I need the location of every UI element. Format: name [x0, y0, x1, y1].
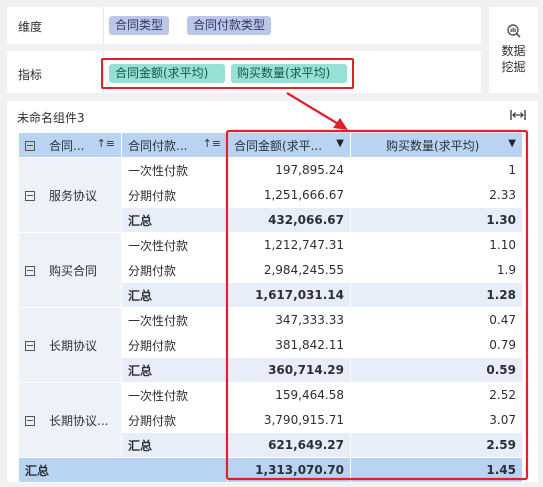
collapse-icon[interactable]	[25, 340, 35, 351]
qty-cell: 1.30	[350, 207, 523, 233]
group-cell[interactable]: 购买合同	[18, 232, 122, 308]
metrics-highlight-box	[101, 58, 354, 89]
fit-width-icon[interactable]	[510, 109, 526, 121]
qty-cell: 2.33	[350, 182, 523, 208]
qty-cell: 1.28	[350, 282, 523, 308]
metric-panel: 指标 合同金额(求平均) 购买数量(求平均)	[7, 51, 481, 93]
amount-cell: 1,251,666.67	[227, 182, 351, 208]
amount-cell: 621,649.27	[227, 432, 351, 458]
grand-total-amount: 1,313,070.70	[227, 457, 351, 483]
table-row: 购买合同 一次性付款 1,212,747.31 1.10	[18, 232, 523, 308]
data-mining-label: 数据 挖掘	[501, 44, 526, 74]
sort-icon[interactable]: ↑≡	[203, 137, 221, 150]
payment-type-cell: 分期付款	[121, 332, 228, 358]
grand-total-label: 汇总	[18, 457, 228, 483]
data-mining-icon	[506, 24, 521, 38]
qty-cell: 1.10	[350, 232, 523, 258]
widget-title: 未命名组件3	[17, 111, 85, 125]
amount-cell: 360,714.29	[227, 357, 351, 383]
amount-cell: 2,984,245.55	[227, 257, 351, 283]
collapse-icon[interactable]	[25, 190, 35, 201]
qty-cell: 3.07	[350, 407, 523, 433]
amount-cell: 1,617,031.14	[227, 282, 351, 308]
grand-total-row: 汇总 1,313,070.70 1.45	[18, 457, 523, 483]
qty-cell: 0.59	[350, 357, 523, 383]
qty-cell: 1.9	[350, 257, 523, 283]
payment-type-cell: 一次性付款	[121, 382, 228, 408]
payment-type-cell: 汇总	[121, 432, 228, 458]
payment-type-cell: 汇总	[121, 282, 228, 308]
header-contract-type[interactable]: 合同... ↑≡	[18, 132, 122, 158]
amount-cell: 3,790,915.71	[227, 407, 351, 433]
payment-type-cell: 分期付款	[121, 182, 228, 208]
group-cell[interactable]: 长期协议	[18, 307, 122, 383]
payment-type-cell: 一次性付款	[121, 157, 228, 183]
dimension-label: 维度	[18, 20, 43, 34]
qty-cell: 2.52	[350, 382, 523, 408]
data-mining-button[interactable]: 数据 挖掘	[489, 7, 538, 93]
dropdown-caret-icon[interactable]: ▼	[336, 138, 344, 149]
table-row: 服务协议 一次性付款 197,895.24 1	[18, 157, 523, 233]
dropdown-caret-icon[interactable]: ▼	[508, 138, 516, 149]
dimension-panel: 维度 合同类型 合同付款类型	[7, 7, 481, 44]
divider	[103, 7, 104, 44]
amount-cell: 197,895.24	[227, 157, 351, 183]
header-contract-amount[interactable]: 合同金额(求平... ▼	[227, 132, 351, 158]
amount-cell: 381,842.11	[227, 332, 351, 358]
group-cell[interactable]: 服务协议	[18, 157, 122, 233]
payment-type-cell: 汇总	[121, 207, 228, 233]
collapse-icon[interactable]	[25, 140, 35, 151]
metric-label: 指标	[18, 68, 43, 82]
payment-type-cell: 分期付款	[121, 407, 228, 433]
dimension-chip-contract-type[interactable]: 合同类型	[109, 16, 170, 35]
sort-icon[interactable]: ↑≡	[97, 137, 115, 150]
payment-type-cell: 一次性付款	[121, 232, 228, 258]
dimension-chip-payment-type[interactable]: 合同付款类型	[187, 16, 272, 35]
qty-cell: 2.59	[350, 432, 523, 458]
collapse-icon[interactable]	[25, 265, 35, 276]
payment-type-cell: 分期付款	[121, 257, 228, 283]
amount-cell: 347,333.33	[227, 307, 351, 333]
amount-cell: 1,212,747.31	[227, 232, 351, 258]
pivot-table: 合同... ↑≡ 合同付款... ↑≡ 合同金额(求平... ▼ 购买数量(求平…	[18, 132, 523, 483]
payment-type-cell: 汇总	[121, 357, 228, 383]
amount-cell: 432,066.67	[227, 207, 351, 233]
qty-cell: 0.79	[350, 332, 523, 358]
table-row: 长期协议 一次性付款 347,333.33 0.47	[18, 307, 523, 383]
grand-total-qty: 1.45	[350, 457, 523, 483]
amount-cell: 159,464.58	[227, 382, 351, 408]
table-widget: 未命名组件3 合同... ↑≡ 合同付款... ↑≡ 合同金额(求平... ▼ …	[7, 101, 538, 483]
group-cell[interactable]: 长期协议...	[18, 382, 122, 458]
header-purchase-qty[interactable]: 购买数量(求平均) ▼	[350, 132, 523, 158]
payment-type-cell: 一次性付款	[121, 307, 228, 333]
header-payment-type[interactable]: 合同付款... ↑≡	[121, 132, 228, 158]
table-row: 长期协议... 一次性付款 159,464.58 2.52	[18, 382, 523, 458]
qty-cell: 1	[350, 157, 523, 183]
qty-cell: 0.47	[350, 307, 523, 333]
collapse-icon[interactable]	[25, 415, 35, 426]
